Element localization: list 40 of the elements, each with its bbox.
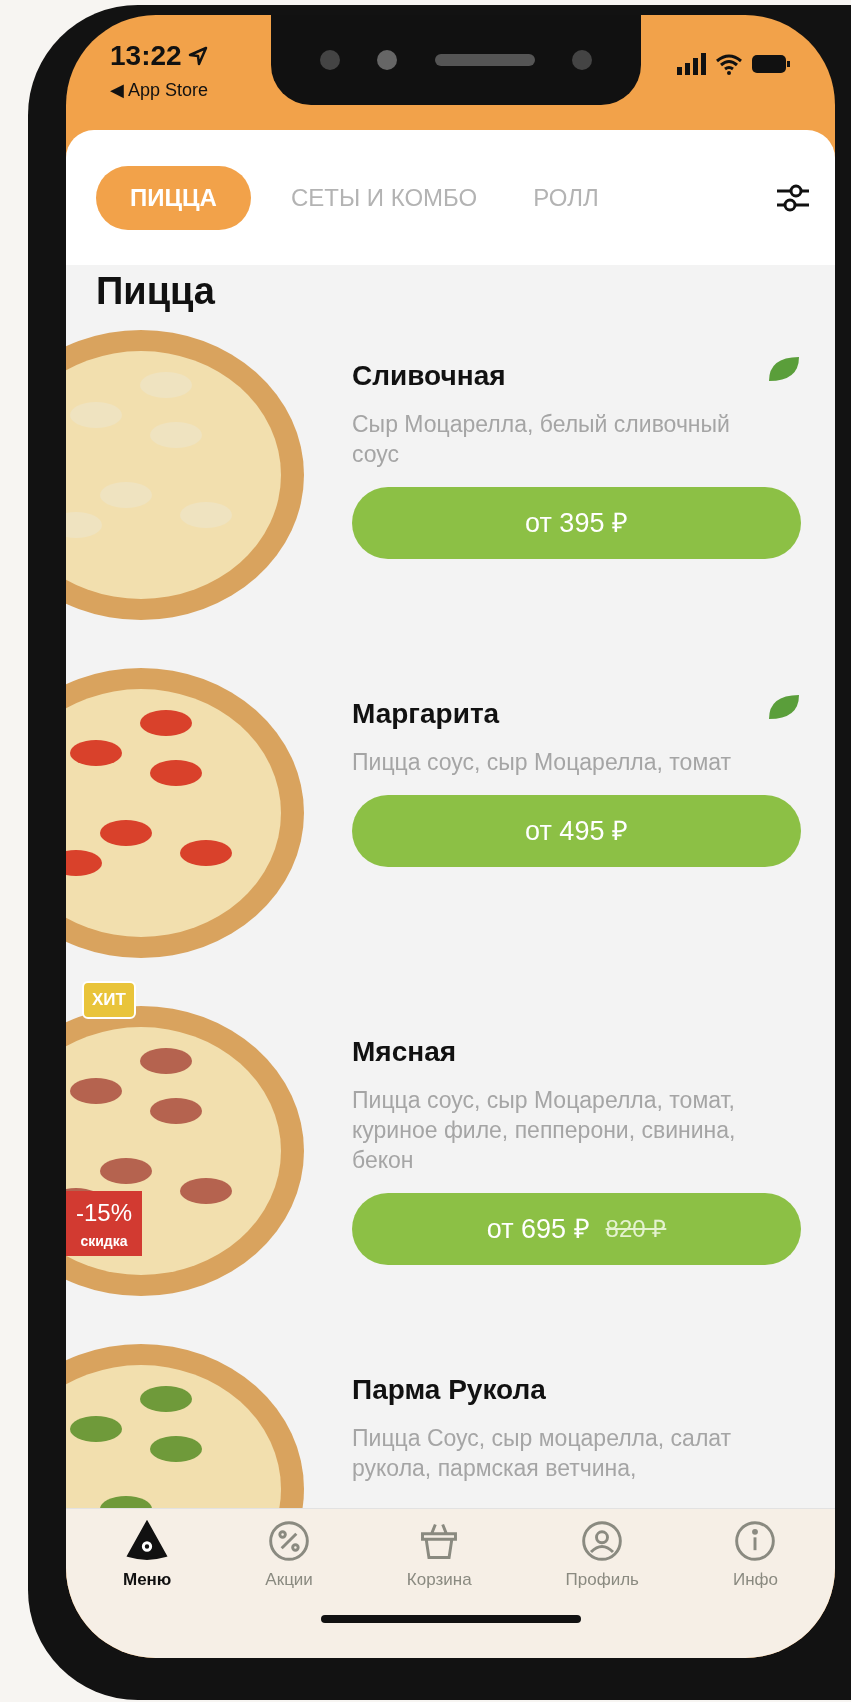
product-description: Сыр Моцарелла, белый сливочный соус (352, 410, 731, 469)
wifi-icon (715, 53, 743, 75)
camera-icon (319, 50, 340, 70)
price: от 395 ₽ (525, 506, 628, 540)
location-arrow-icon (187, 46, 208, 66)
product-description: Пицца соус, сыр Моцарелла, томат, куриное филе, пепперони, свинина, бекон (352, 1086, 737, 1175)
percent-icon (267, 1519, 312, 1563)
section-title: Пицца (95, 269, 216, 314)
info-icon (733, 1519, 778, 1563)
discount-label: скидка (80, 1232, 128, 1251)
price-button[interactable]: от 695 ₽ 820 ₽ (352, 1193, 801, 1265)
category-tab[interactable]: РОЛЛ (517, 165, 615, 230)
product-name: Сливочная (352, 359, 506, 393)
old-price: 820 ₽ (605, 1214, 667, 1244)
profile-icon (580, 1519, 625, 1563)
nav-tab[interactable]: Корзина (406, 1519, 472, 1593)
product-name: Маргарита (352, 697, 500, 731)
price: от 495 ₽ (525, 814, 628, 848)
price-button[interactable]: от 395 ₽ (352, 487, 801, 559)
product-name: Мясная (352, 1035, 457, 1069)
category-tab[interactable]: СЕТЫ И КОМБО (274, 165, 494, 230)
product-name: Парма Рукола (352, 1373, 546, 1407)
camera-icon (572, 50, 593, 70)
price-button[interactable]: от 495 ₽ (352, 795, 801, 867)
hit-badge: ХИТ (82, 981, 136, 1019)
product-description: Пицца Соус, сыр моцарелла, салат рукола, пармская ветчина, (352, 1424, 733, 1483)
status-time: 13:22 (110, 39, 182, 73)
nav-tab[interactable]: Инфо (732, 1519, 778, 1593)
price: от 695 ₽ (486, 1212, 590, 1246)
discount-value: -15% (76, 1198, 133, 1228)
pizza-slice-icon (125, 1519, 170, 1563)
back-to-app-link[interactable]: ◀ App Store (110, 77, 209, 104)
nav-tab[interactable]: Меню (123, 1519, 172, 1593)
category-tab[interactable]: ПИЦЦА (96, 165, 251, 230)
battery-icon (751, 53, 791, 75)
signal-icon (677, 53, 707, 75)
sensor-icon (377, 50, 398, 70)
nav-tab[interactable]: Профиль (565, 1519, 639, 1593)
nav-tab[interactable]: Акции (265, 1519, 313, 1593)
product-description: Пицца соус, сыр Моцарелла, томат (352, 748, 733, 777)
